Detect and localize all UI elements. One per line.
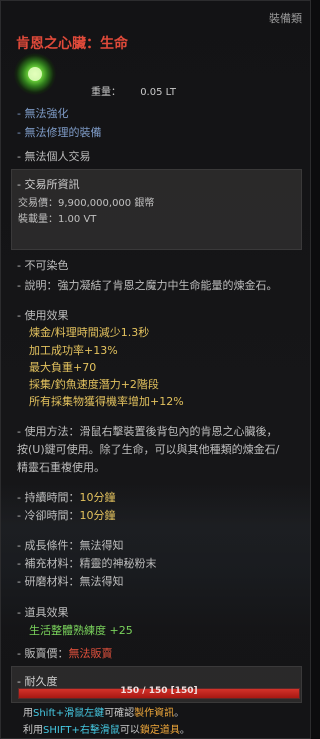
footer-text: 可確認 (104, 708, 135, 719)
duration-value: 10分鐘 (79, 491, 116, 504)
footer-text: 可以 (119, 725, 140, 736)
effect-line: 最大負重+70 (29, 361, 97, 374)
footer-text: 利用 (23, 725, 43, 736)
green-gem-icon (14, 53, 56, 95)
effect-line: 加工成功率+13% (29, 344, 118, 357)
use-effect-header: - 使用效果 (17, 309, 69, 322)
footer-hint-craft: 用Shift+滑鼠左鍵可確認製作資訊。 (23, 704, 184, 719)
footer-action: 鎖定道具 (139, 725, 180, 736)
growth-condition: - 成長條件：無法得知 (17, 539, 124, 552)
duration-label: - 持續時間： (17, 491, 80, 504)
effect-line: 採集/釣魚速度潛力+2階段 (29, 378, 159, 391)
effect-line: 煉金/料理時間減少1.3秒 (29, 326, 150, 339)
durability-text: 150 / 150 [150] (120, 686, 198, 696)
flag-no-enhance: - 無法強化 (17, 107, 69, 120)
flag-no-repair: - 無法修理的裝備 (17, 126, 102, 139)
duration: - 持續時間：10分鐘 (17, 489, 115, 505)
footer-key: SHIFT+右擊滑鼠 (43, 725, 120, 736)
market-header: - 交易所資訊 (17, 178, 80, 191)
cooldown: - 冷卻時間：10分鐘 (17, 507, 115, 523)
effect-line: 所有採集物獲得機率增加+12% (29, 395, 184, 408)
cooldown-label: - 冷卻時間： (17, 509, 80, 522)
item-tooltip: 裝備類 肯恩之心臟：生命 重量： 0.05 LT - 無法強化 - 無法修理的裝… (0, 0, 311, 739)
sell-value: 無法販賣 (68, 647, 113, 660)
usage-line: 按(U)鍵可使用。除了生命，可以與其他種類的煉金石/ (17, 443, 280, 456)
item-title: 肯恩之心臟：生命 (16, 36, 128, 52)
grind-material: - 研磨材料：無法得知 (17, 575, 124, 588)
market-info-box: - 交易所資訊 交易價：9,900,000,000 銀幣 裝載量：1.00 VT (11, 169, 302, 250)
sell-price: - 販賣價：無法販賣 (17, 645, 112, 661)
cooldown-value: 10分鐘 (79, 509, 116, 522)
footer-action: 製作資訊 (134, 708, 175, 719)
weight-value: 0.05 LT (140, 87, 176, 98)
sell-label: - 販賣價： (17, 647, 69, 660)
footer-text: 。 (179, 725, 190, 736)
footer-text: 用 (23, 708, 33, 719)
supplement-material: - 補充材料：精靈的神秘粉末 (17, 557, 157, 570)
item-description: - 說明：強力凝結了肯恩之魔力中生命能量的煉金石。 (17, 279, 278, 292)
item-category: 裝備類 (269, 12, 302, 25)
item-effect-header: - 道具效果 (17, 606, 69, 619)
footer-text: 。 (174, 708, 185, 719)
weight-label: 重量： (91, 87, 121, 98)
usage-line: - 使用方法：滑鼠右擊裝置後背包內的肯恩之心臟後， (17, 425, 278, 438)
market-load: 裝載量：1.00 VT (18, 214, 97, 225)
durability-bar: 150 / 150 [150] (18, 686, 300, 699)
item-effect-line: 生活整體熟練度 +25 (29, 624, 133, 637)
no-dye: - 不可染色 (17, 259, 69, 272)
footer-key: Shift+滑鼠左鍵 (33, 708, 105, 719)
item-weight: 重量： 0.05 LT (91, 83, 176, 98)
flag-no-trade: - 無法個人交易 (17, 150, 91, 163)
market-price: 交易價：9,900,000,000 銀幣 (18, 198, 155, 209)
footer-hint-lock: 利用SHIFT+右擊滑鼠可以鎖定道具。 (23, 721, 190, 736)
usage-line: 精靈石重複使用。 (17, 461, 105, 474)
